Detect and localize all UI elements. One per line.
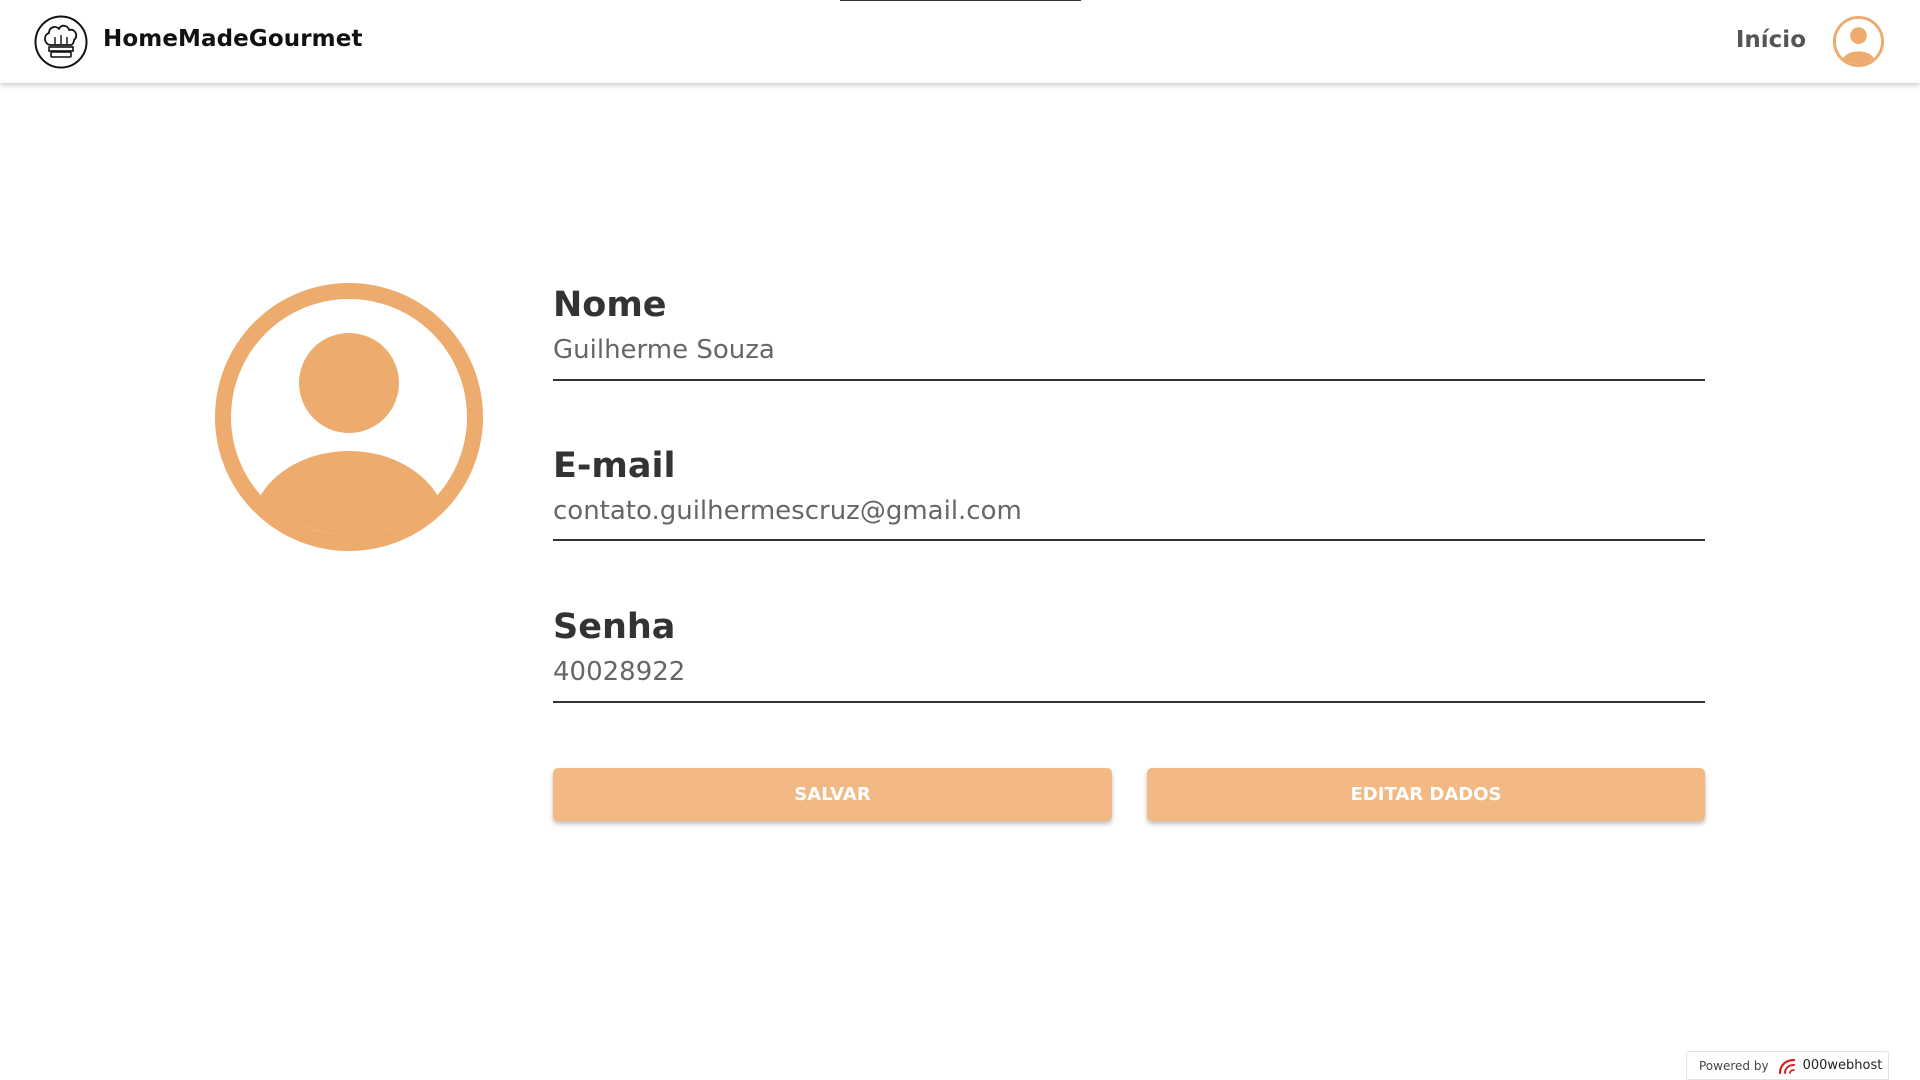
brand-name[interactable]: HomeMadeGourmet xyxy=(103,26,363,52)
powered-by-label: Powered by xyxy=(1699,1058,1769,1073)
nav-link-inicio[interactable]: Início xyxy=(1736,27,1806,53)
webhost-brand-label: 000webhost xyxy=(1802,1058,1883,1073)
email-input[interactable] xyxy=(553,488,1705,538)
name-input[interactable] xyxy=(553,327,1705,377)
top-accent-line xyxy=(840,0,1081,1)
email-field: E-mail xyxy=(553,444,1705,541)
name-label: Nome xyxy=(553,285,667,325)
chef-hat-icon[interactable] xyxy=(34,15,88,69)
email-label: E-mail xyxy=(553,446,676,486)
profile-avatar-icon xyxy=(215,283,483,551)
password-label: Senha xyxy=(553,607,676,647)
save-button[interactable]: SALVAR xyxy=(553,768,1112,821)
edit-data-button[interactable]: EDITAR DADOS xyxy=(1147,768,1705,821)
top-navbar: HomeMadeGourmet Início xyxy=(0,0,1920,83)
name-field: Nome xyxy=(553,283,1705,381)
webhost-logo-icon xyxy=(1778,1058,1795,1074)
powered-by-badge[interactable]: Powered by 000webhost xyxy=(1686,1051,1889,1080)
password-input[interactable] xyxy=(553,649,1705,699)
user-avatar-icon[interactable] xyxy=(1832,15,1885,68)
password-field: Senha xyxy=(553,605,1705,703)
